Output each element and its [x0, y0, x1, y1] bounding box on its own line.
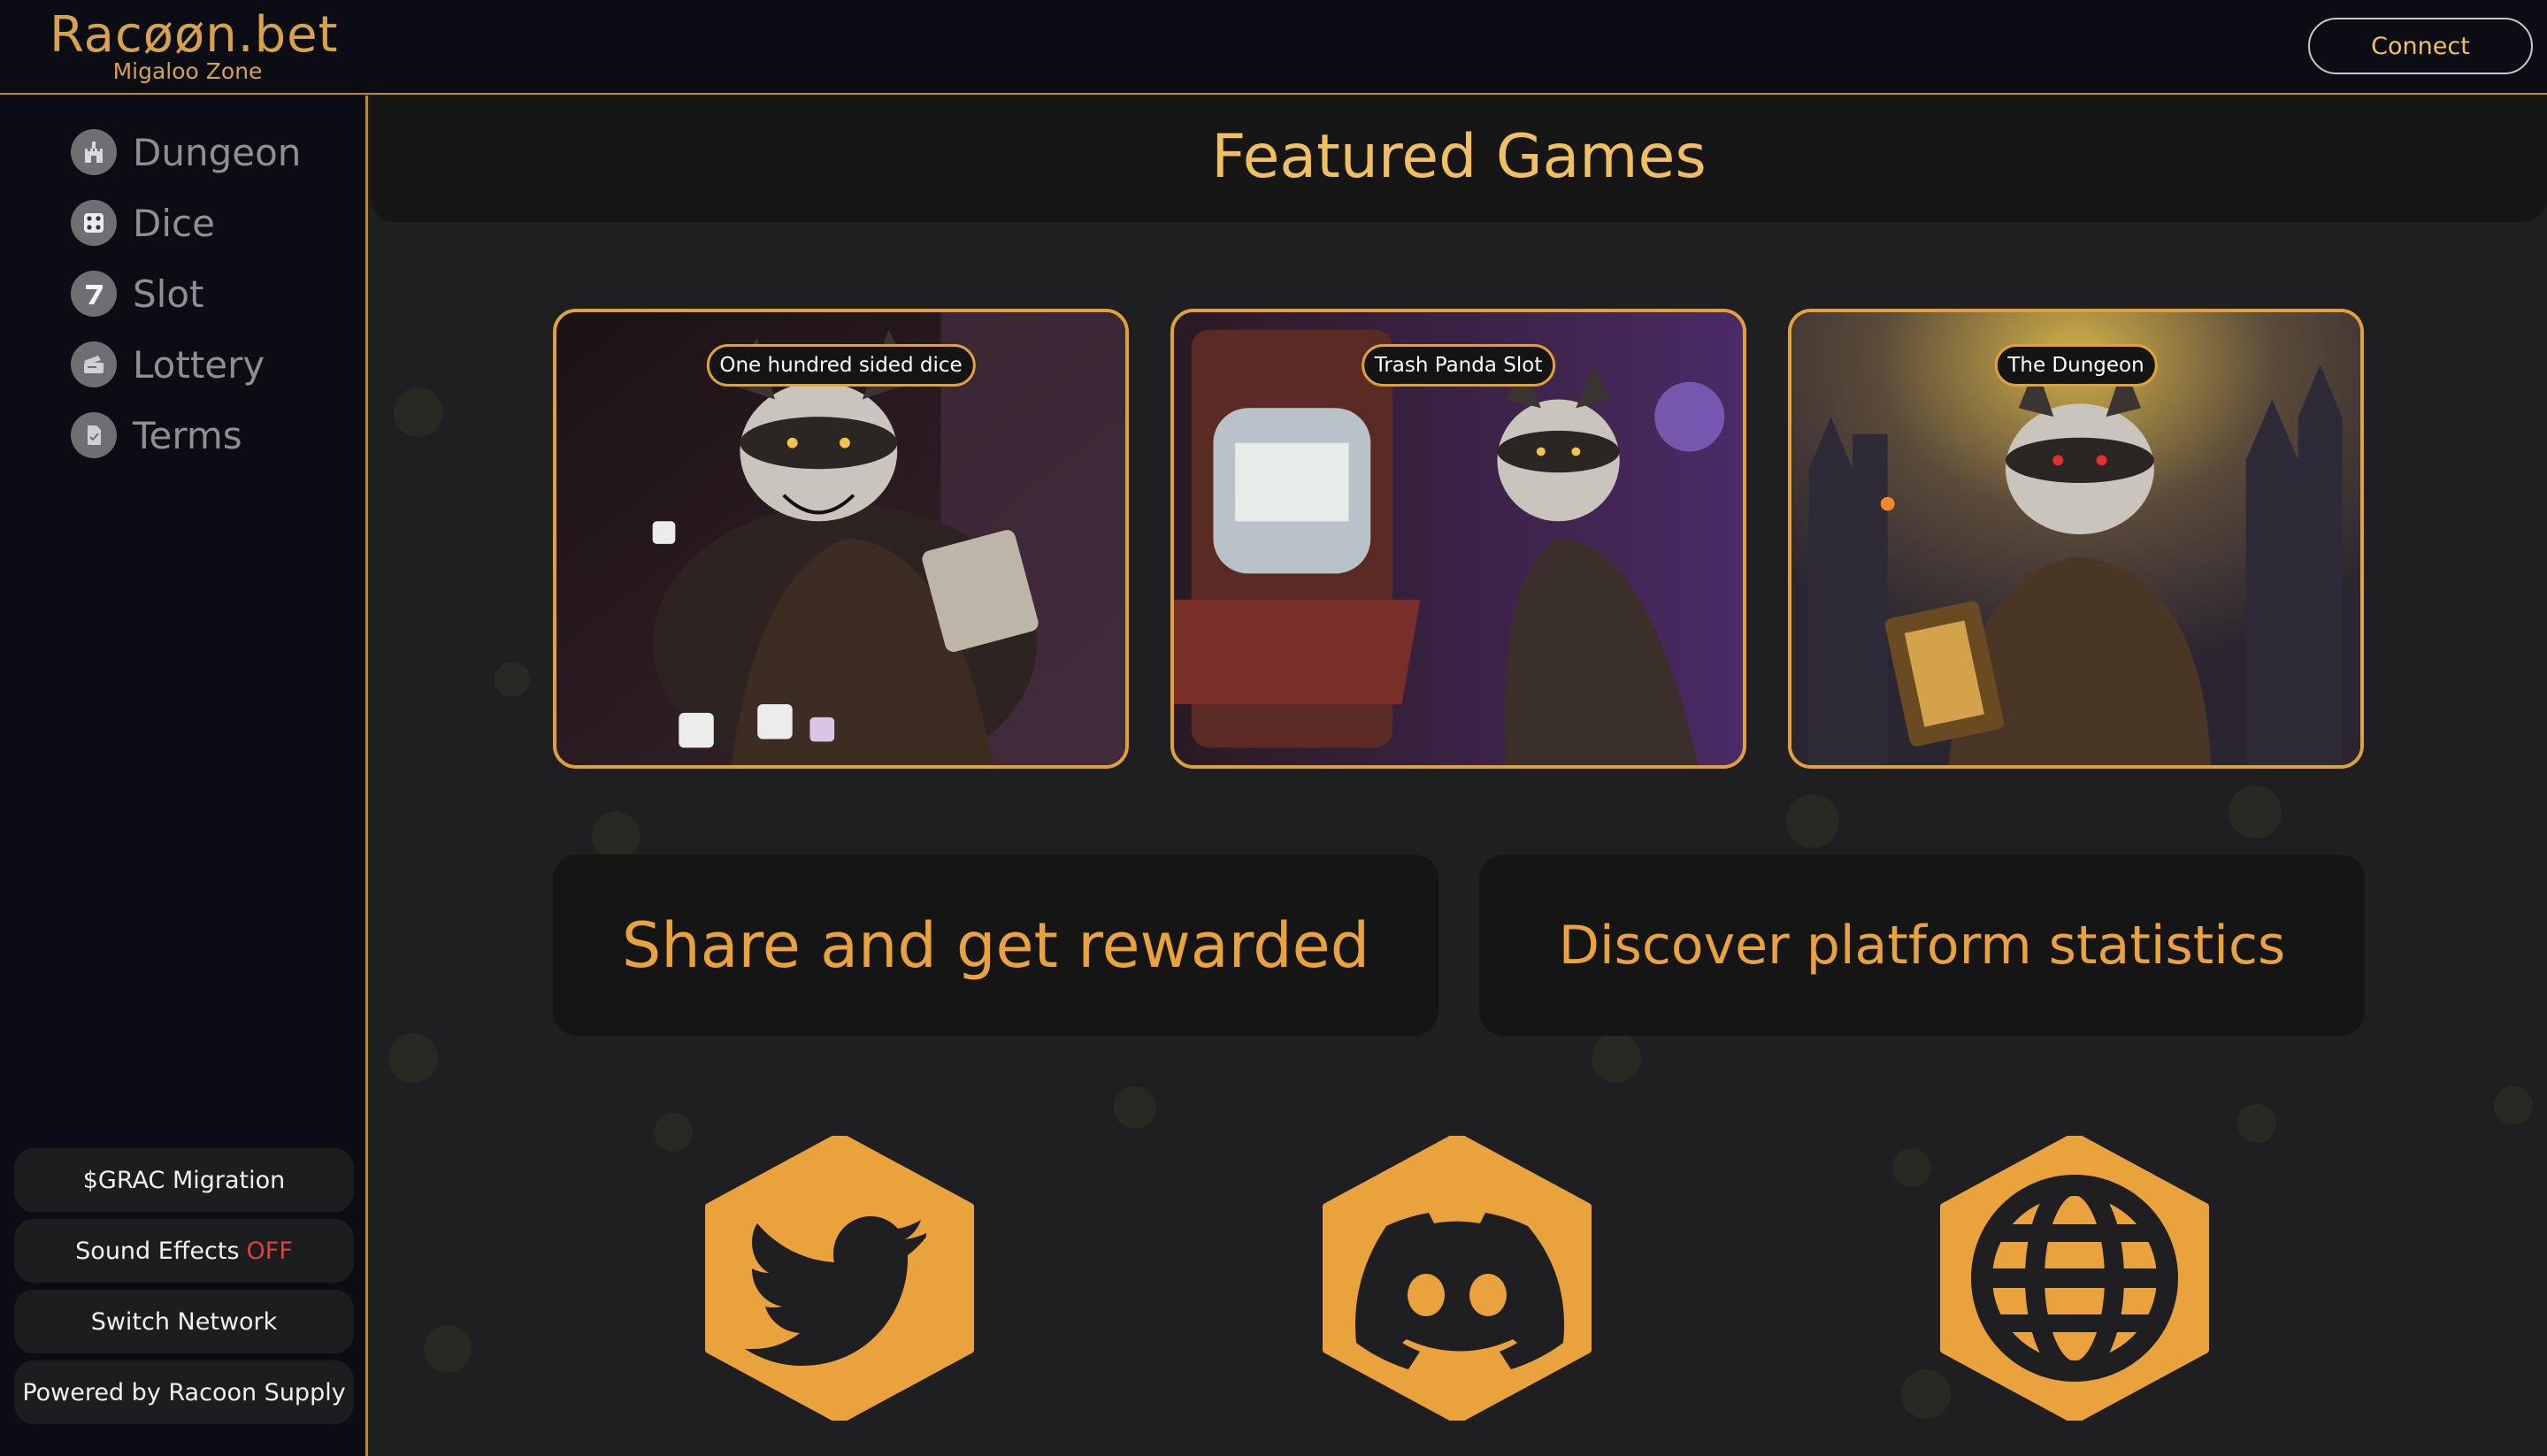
top-bar: Racøøn.bet Migaloo Zone Connect [0, 0, 2547, 95]
seven-icon [71, 271, 117, 317]
game-card-label: The Dungeon [1994, 344, 2158, 387]
sidebar-item-dungeon[interactable]: Dungeon [71, 126, 301, 179]
discord-icon[interactable] [1323, 1132, 1592, 1424]
platform-statistics-panel[interactable]: Discover platform statistics [1479, 854, 2365, 1036]
globe-icon[interactable] [1940, 1132, 2209, 1424]
game-card-dice[interactable]: One hundred sided dice [553, 309, 1129, 769]
castle-icon [71, 129, 117, 175]
sidebar-item-lottery[interactable]: Lottery [71, 338, 265, 391]
share-rewards-panel[interactable]: Share and get rewarded [553, 854, 1438, 1036]
game-card-label: Trash Panda Slot [1361, 344, 1556, 387]
document-icon [71, 412, 117, 458]
logo[interactable]: Racøøn.bet Migaloo Zone [50, 6, 339, 83]
background-decoration [424, 1325, 472, 1373]
sidebar-item-label: Slot [133, 272, 204, 316]
sound-effects-toggle[interactable]: Sound Effects OFF [14, 1219, 354, 1283]
background-decoration [592, 812, 640, 860]
background-decoration [1892, 1148, 1931, 1187]
powered-by-link[interactable]: Powered by Racoon Supply [14, 1360, 354, 1424]
background-decoration [2229, 785, 2282, 839]
game-card-label: One hundred sided dice [706, 344, 976, 387]
sidebar-item-label: Lottery [133, 342, 265, 387]
main-content: Featured Games One hundred sided dice Tr… [371, 96, 2547, 1456]
connect-button[interactable]: Connect [2308, 18, 2533, 74]
background-decoration [394, 387, 443, 437]
sidebar-item-dice[interactable]: Dice [71, 196, 215, 249]
sound-effects-state: OFF [246, 1237, 293, 1265]
game-card-dungeon[interactable]: The Dungeon [1788, 309, 2364, 769]
page-title: Featured Games [1211, 122, 1707, 192]
dice-icon [71, 200, 117, 246]
background-decoration [2494, 1086, 2533, 1125]
background-decoration [1114, 1086, 1156, 1129]
grac-migration-button[interactable]: $GRAC Migration [14, 1148, 354, 1212]
sidebar-item-slot[interactable]: Slot [71, 267, 204, 320]
featured-header: Featured Games [371, 96, 2547, 222]
background-decoration [388, 1033, 438, 1083]
background-decoration [1786, 794, 1839, 847]
background-decoration [495, 662, 530, 697]
background-decoration [654, 1113, 693, 1152]
sidebar-item-label: Terms [133, 413, 242, 457]
sidebar-item-label: Dungeon [133, 130, 302, 174]
game-card-slot[interactable]: Trash Panda Slot [1170, 309, 1746, 769]
twitter-icon[interactable] [705, 1132, 974, 1424]
background-decoration [1592, 1033, 1641, 1083]
sound-effects-label: Sound Effects [75, 1237, 240, 1265]
sidebar-item-terms[interactable]: Terms [71, 409, 242, 462]
sidebar-item-label: Dice [133, 201, 215, 245]
background-decoration [2237, 1104, 2276, 1143]
switch-network-button[interactable]: Switch Network [14, 1290, 354, 1353]
logo-title: Racøøn.bet [50, 6, 339, 64]
sidebar: Dungeon Dice Slot Lottery Terms $GRAC Mi… [0, 96, 368, 1456]
ticket-icon [71, 341, 117, 387]
